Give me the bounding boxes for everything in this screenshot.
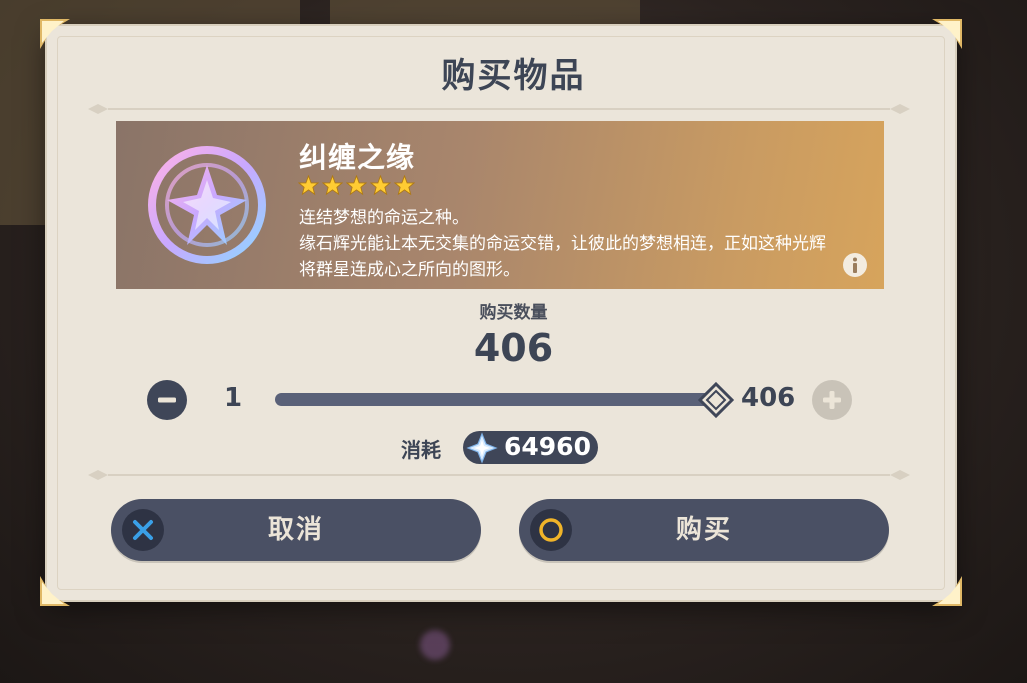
corner-ornament-icon [40,19,70,49]
corner-ornament-icon [932,19,962,49]
quantity-label: 购买数量 [479,303,548,323]
decrease-quantity-button[interactable] [147,380,187,420]
star-icon [322,175,343,196]
background-glow [420,630,450,660]
info-icon[interactable] [842,252,868,278]
corner-ornament-icon [932,576,962,606]
buy-button[interactable]: 购买 [519,499,889,561]
divider-bottom [88,470,910,480]
item-description-line: 缘石辉光能让本无交集的命运交错，让彼此的梦想相连，正如这种光辉将群星连成心之所向… [299,234,826,280]
quantity-min: 1 [224,383,243,413]
cancel-button-label: 取消 [267,515,324,545]
star-icon [370,175,391,196]
quantity-value: 406 [473,326,554,370]
slider-handle-diamond-icon[interactable] [698,382,734,418]
item-description-line: 连结梦想的命运之种。 [299,208,469,228]
primogem-icon [466,432,498,464]
minus-icon [158,397,176,403]
buy-button-label: 购买 [675,515,732,545]
corner-ornament-icon [40,576,70,606]
cancel-button[interactable]: 取消 [111,499,481,561]
star-icon [298,175,319,196]
rarity-stars [298,175,415,196]
cost-value: 64960 [504,432,591,461]
quantity-slider-track[interactable] [275,393,715,406]
plus-icon [823,391,841,409]
item-description: 连结梦想的命运之种。 缘石辉光能让本无交集的命运交错，让彼此的梦想相连，正如这种… [299,205,839,283]
cost-label: 消耗 [401,438,441,462]
star-icon [346,175,367,196]
intertwined-fate-icon [148,146,266,264]
star-icon [394,175,415,196]
dialog-title: 购买物品 [441,56,586,96]
item-name: 纠缠之缘 [299,141,416,174]
quantity-max: 406 [741,383,796,413]
divider-top [88,104,910,114]
increase-quantity-button[interactable] [812,380,852,420]
